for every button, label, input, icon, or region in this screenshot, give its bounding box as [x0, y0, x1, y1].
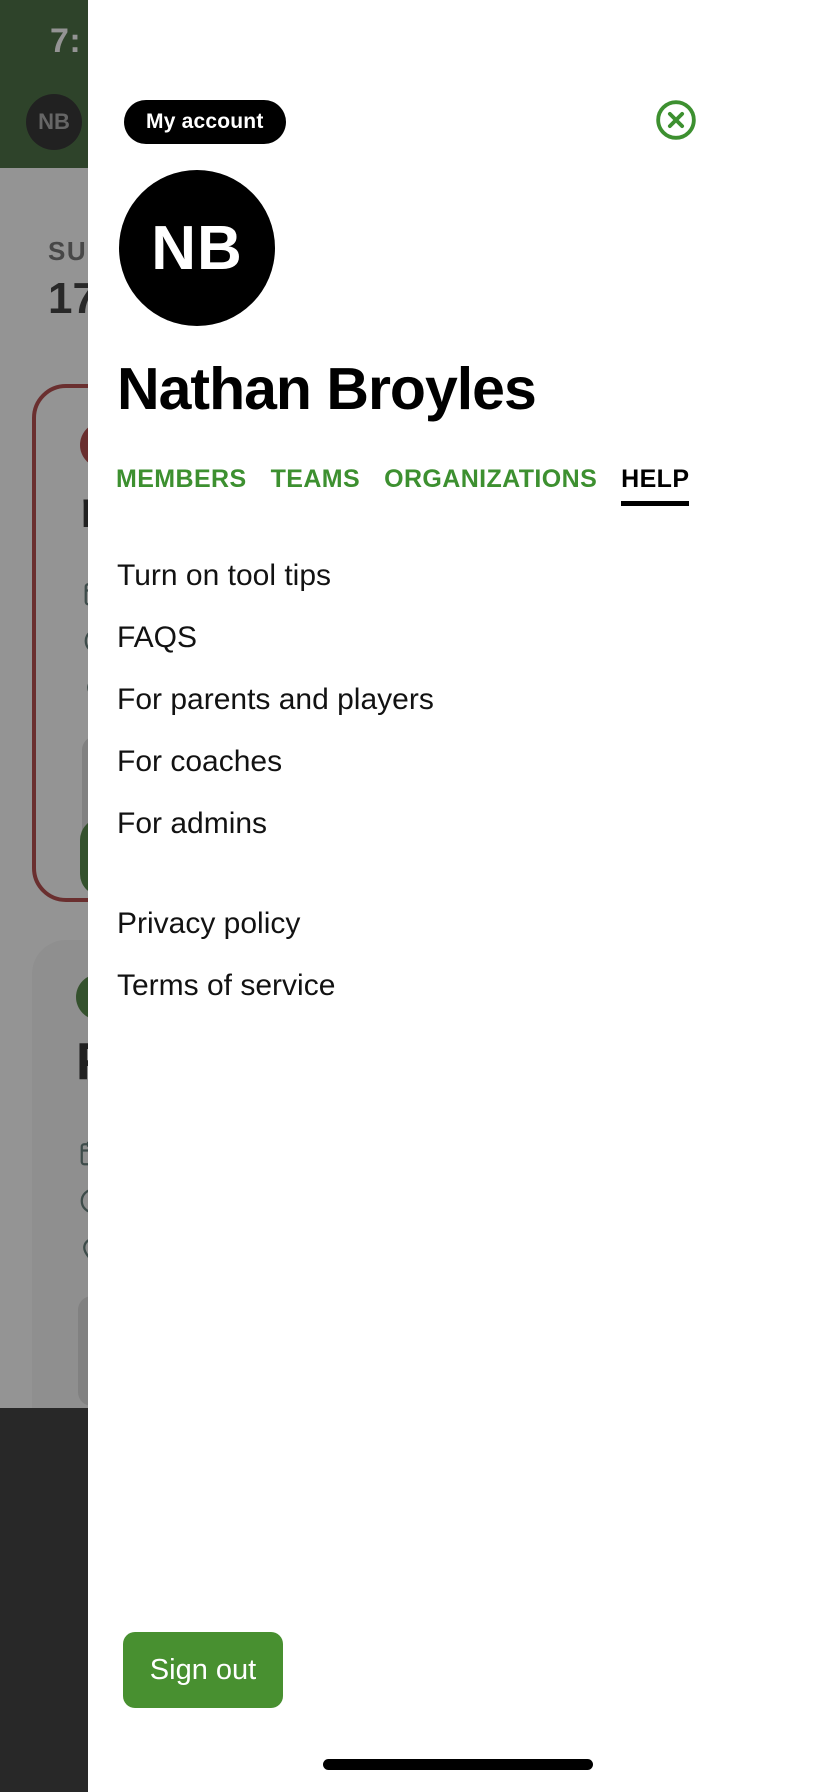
menu-item-privacy-policy[interactable]: Privacy policy	[117, 893, 717, 955]
sign-out-button[interactable]: Sign out	[123, 1632, 283, 1708]
tab-teams[interactable]: TEAMS	[271, 465, 361, 510]
close-button[interactable]	[652, 98, 700, 146]
menu-item-for-parents-and-players[interactable]: For parents and players	[117, 669, 717, 731]
menu-divider	[117, 855, 717, 893]
menu-item-turn-on-tool-tips[interactable]: Turn on tool tips	[117, 545, 717, 607]
menu-item-faqs[interactable]: FAQS	[117, 607, 717, 669]
menu-item-for-admins[interactable]: For admins	[117, 793, 717, 855]
app-screen: 7: NB SUN 17 C r	[0, 0, 828, 1792]
account-tabs: MEMBERS TEAMS ORGANIZATIONS HELP	[116, 465, 690, 510]
tab-help[interactable]: HELP	[621, 465, 690, 510]
menu-item-for-coaches[interactable]: For coaches	[117, 731, 717, 793]
tab-organizations[interactable]: ORGANIZATIONS	[384, 465, 597, 510]
help-menu: Turn on tool tips FAQS For parents and p…	[117, 545, 717, 1017]
my-account-pill[interactable]: My account	[124, 100, 286, 144]
tab-members[interactable]: MEMBERS	[116, 465, 247, 510]
account-panel: My account NB Nathan Broyles MEMBERS TEA…	[88, 0, 828, 1792]
home-indicator[interactable]	[323, 1759, 593, 1770]
page-title: Nathan Broyles	[117, 356, 537, 422]
close-circle-icon	[653, 97, 699, 148]
menu-item-terms-of-service[interactable]: Terms of service	[117, 955, 717, 1017]
avatar: NB	[119, 170, 275, 326]
